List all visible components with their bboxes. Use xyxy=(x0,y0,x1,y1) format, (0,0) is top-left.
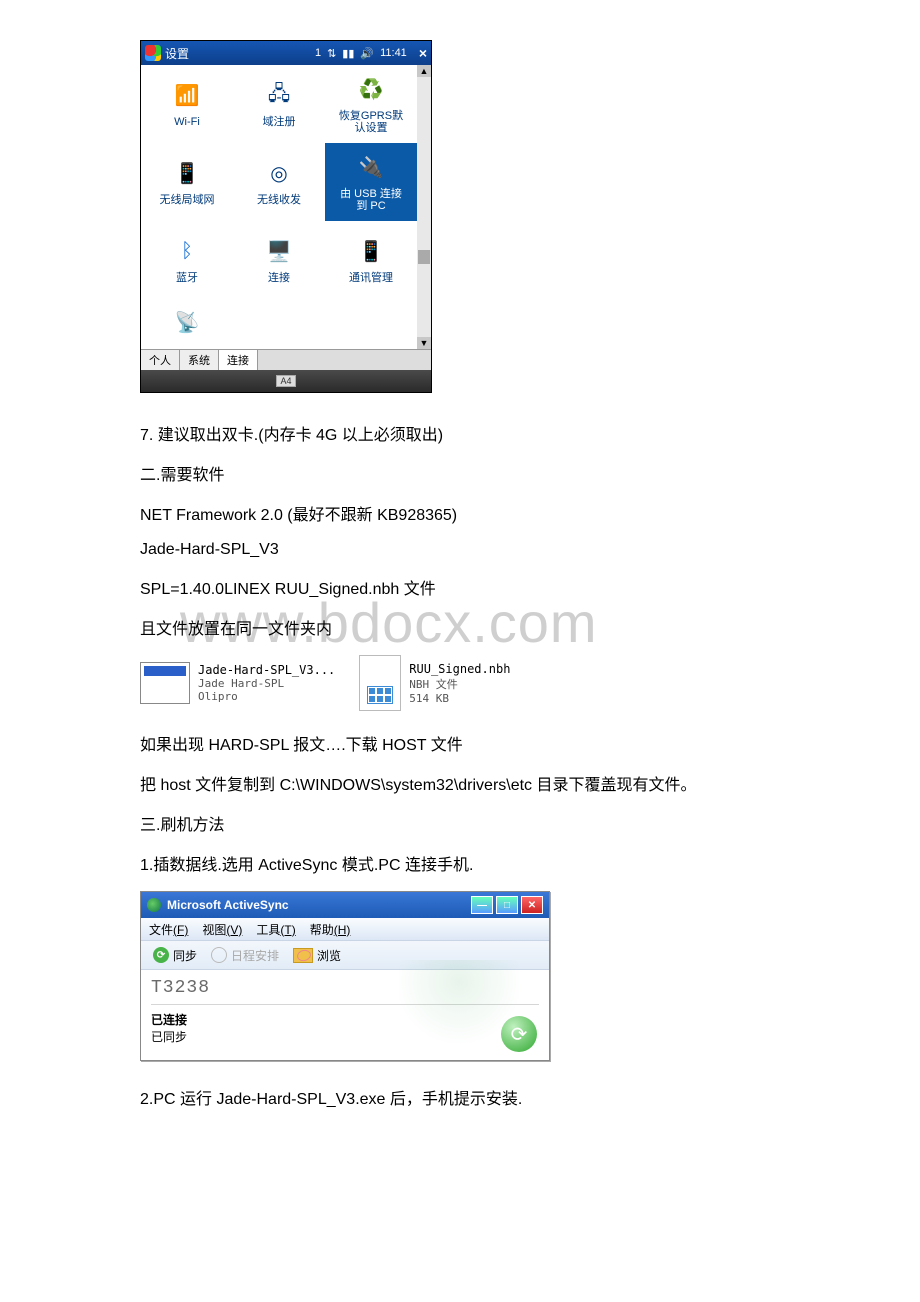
wm-item-domain[interactable]: 🖧 域注册 xyxy=(233,65,325,143)
file-exe-desc: Jade Hard-SPL xyxy=(198,677,335,690)
heading-section-3: 三.刷机方法 xyxy=(140,811,780,835)
toolbar-browse[interactable]: 浏览 xyxy=(289,945,345,966)
file-nbh[interactable]: RUU_Signed.nbh NBH 文件 514 KB xyxy=(359,655,510,711)
wm-bottombar: A4 xyxy=(141,370,431,392)
text-step7: 7. 建议取出双卡.(内存卡 4G 以上必须取出) xyxy=(140,421,780,445)
text-hardspl-error: 如果出现 HARD-SPL 报文….下载 HOST 文件 xyxy=(140,731,780,755)
clock-icon xyxy=(211,947,227,963)
folder-icon xyxy=(293,948,313,963)
status-synced: 已同步 xyxy=(151,1028,539,1045)
activesync-titlebar: Microsoft ActiveSync — □ ✕ xyxy=(141,892,549,918)
domain-icon: 🖧 xyxy=(263,80,295,112)
status-connected: 已连接 xyxy=(151,1011,539,1028)
antenna-icon: 📡 xyxy=(171,306,203,338)
wm-item-beam[interactable]: ◎ 无线收发 xyxy=(233,143,325,221)
wm-item-comm-manager[interactable]: 📱 通讯管理 xyxy=(325,221,417,299)
maximize-button[interactable]: □ xyxy=(496,896,518,914)
wm-item-connections[interactable]: 🖥️ 连接 xyxy=(233,221,325,299)
wm-item-extra[interactable]: 📡 xyxy=(141,299,233,349)
scroll-thumb[interactable] xyxy=(418,250,430,264)
activesync-body: T3238 已连接 已同步 ⟳ xyxy=(141,970,549,1060)
heading-section-2: 二.需要软件 xyxy=(140,461,780,485)
wm-titlebar: 设置 1 ⇅ ▮▮ 🔊 11:41 × xyxy=(141,41,431,65)
tab-connections[interactable]: 连接 xyxy=(219,350,258,370)
wm-item-wifi[interactable]: 📶 Wi-Fi xyxy=(141,65,233,143)
comm-manager-icon: 📱 xyxy=(355,236,387,268)
file-nbh-name: RUU_Signed.nbh xyxy=(409,662,510,676)
text-spl: SPL=1.40.0LINEX RUU_Signed.nbh 文件 xyxy=(140,575,780,599)
wm-item-usb-to-pc[interactable]: 🔌 由 USB 连接 到 PC xyxy=(325,143,417,221)
toolbar-sync[interactable]: ⟳ 同步 xyxy=(149,945,201,966)
speaker-icon: 🔊 xyxy=(360,47,374,60)
start-icon xyxy=(145,45,161,61)
connections-icon: 🖥️ xyxy=(263,236,295,268)
bluetooth-icon: ᛒ xyxy=(171,236,203,268)
keyboard-icon[interactable]: A4 xyxy=(276,375,295,387)
wm-title: 设置 xyxy=(165,45,189,62)
wm-grid: 📶 Wi-Fi 🖧 域注册 ♻️ 恢复GPRS默 认设置 📱 无线局域网 ◎ xyxy=(141,65,417,349)
wifi-icon: 📶 xyxy=(171,80,203,112)
text-step-3-2: 2.PC 运行 Jade-Hard-SPL_V3.exe 后，手机提示安装. xyxy=(140,1085,780,1109)
wm-item-gprs[interactable]: ♻️ 恢复GPRS默 认设置 xyxy=(325,65,417,143)
signal-icon: ▮▮ xyxy=(342,47,354,60)
activesync-menubar: 文件(F) 视图(V) 工具(T) 帮助(H) xyxy=(141,918,549,941)
file-nbh-type: NBH 文件 xyxy=(409,676,510,692)
text-jade: Jade-Hard-SPL_V3 xyxy=(140,541,780,559)
wm-tabs: 个人 系统 连接 xyxy=(141,349,431,370)
file-exe-name: Jade-Hard-SPL_V3... xyxy=(198,663,335,677)
menu-view[interactable]: 视图(V) xyxy=(202,921,242,938)
tab-system[interactable]: 系统 xyxy=(180,350,219,370)
usb-icon: 🔌 xyxy=(355,152,387,184)
scroll-up-icon[interactable]: ▲ xyxy=(417,65,431,77)
sync-icon: ⟳ xyxy=(153,947,169,963)
tab-personal[interactable]: 个人 xyxy=(141,350,180,370)
file-exe-author: Olipro xyxy=(198,690,335,703)
text-copy-host: 把 host 文件复制到 C:\WINDOWS\system32\drivers… xyxy=(140,771,780,795)
wm-item-wlan[interactable]: 📱 无线局域网 xyxy=(141,143,233,221)
scroll-down-icon[interactable]: ▼ xyxy=(417,337,431,349)
text-same-folder: 且文件放置在同一文件夹内 xyxy=(140,615,780,639)
close-button[interactable]: ✕ xyxy=(521,896,543,914)
toolbar-schedule: 日程安排 xyxy=(207,945,283,966)
text-step-3-1: 1.插数据线.选用 ActiveSync 模式.PC 连接手机. xyxy=(140,851,780,875)
text-net-framework: NET Framework 2.0 (最好不跟新 KB928365) xyxy=(140,501,780,525)
close-icon[interactable]: × xyxy=(419,45,427,61)
divider xyxy=(151,1004,539,1005)
wm-settings-screenshot: 设置 1 ⇅ ▮▮ 🔊 11:41 × 📶 Wi-Fi 🖧 域注册 xyxy=(140,40,432,393)
wm-empty-cell xyxy=(325,299,417,349)
activesync-toolbar: ⟳ 同步 日程安排 浏览 xyxy=(141,941,549,970)
exe-icon xyxy=(140,662,190,704)
nbh-icon xyxy=(359,655,401,711)
beam-icon: ◎ xyxy=(263,158,295,190)
file-nbh-size: 514 KB xyxy=(409,692,510,705)
activesync-icon xyxy=(147,898,161,912)
wlan-icon: 📱 xyxy=(171,158,203,190)
minimize-button[interactable]: — xyxy=(471,896,493,914)
files-row: Jade-Hard-SPL_V3... Jade Hard-SPL Olipro… xyxy=(140,655,780,711)
wm-tray: 1 ⇅ ▮▮ 🔊 11:41 × xyxy=(315,45,427,61)
wm-scrollbar[interactable]: ▲ ▼ xyxy=(417,65,431,349)
activesync-window: Microsoft ActiveSync — □ ✕ 文件(F) 视图(V) 工… xyxy=(140,891,550,1061)
gprs-icon: ♻️ xyxy=(355,74,387,106)
tray-number: 1 xyxy=(315,47,321,59)
wm-item-bluetooth[interactable]: ᛒ 蓝牙 xyxy=(141,221,233,299)
menu-tools[interactable]: 工具(T) xyxy=(256,921,295,938)
device-name: T3238 xyxy=(151,978,539,998)
sync-icon: ⇅ xyxy=(327,47,336,60)
big-sync-icon: ⟳ xyxy=(501,1016,537,1052)
clock-text: 11:41 xyxy=(380,47,407,59)
file-exe[interactable]: Jade-Hard-SPL_V3... Jade Hard-SPL Olipro xyxy=(140,655,335,711)
menu-help[interactable]: 帮助(H) xyxy=(310,921,351,938)
menu-file[interactable]: 文件(F) xyxy=(149,921,188,938)
activesync-title: Microsoft ActiveSync xyxy=(167,898,289,912)
wm-empty-cell xyxy=(233,299,325,349)
